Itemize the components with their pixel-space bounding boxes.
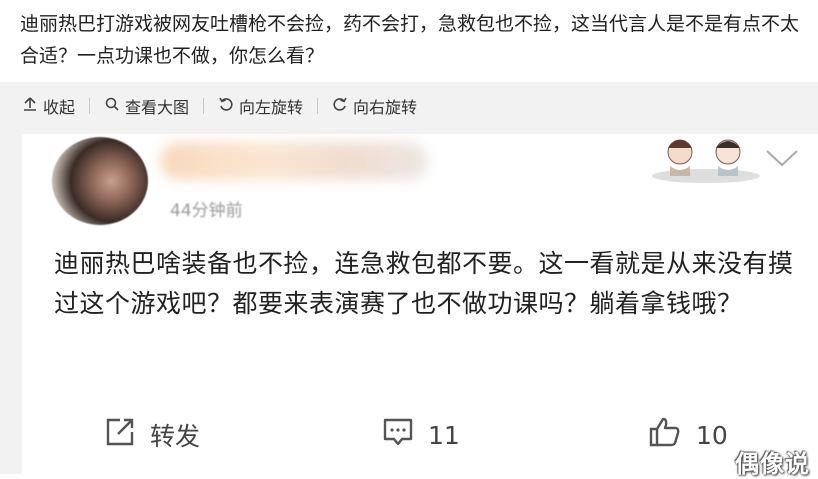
- view-large-button[interactable]: 查看大图: [104, 94, 189, 118]
- rotate-right-icon: [332, 96, 353, 116]
- rotate-left-icon: [218, 96, 239, 116]
- rotate-left-button[interactable]: 向左旋转: [218, 94, 303, 118]
- image-toolbar: 收起 查看大图 向左旋转 向右旋转: [0, 82, 818, 130]
- collapse-button[interactable]: 收起: [22, 94, 75, 118]
- blurred-username: [160, 142, 428, 180]
- post-actions: 转发 11 10: [0, 408, 818, 458]
- collapse-icon: [22, 96, 43, 116]
- avatar[interactable]: [52, 137, 148, 225]
- like-count: 10: [696, 420, 728, 450]
- post-text: 迪丽热巴啥装备也不捡，连急救包都不要。这一看就是从来没有摸过这个游戏吧？都要来表…: [54, 249, 794, 318]
- toolbar-divider: [89, 98, 91, 114]
- rotate-left-label: 向左旋转: [239, 98, 304, 117]
- repost-icon: [104, 416, 150, 454]
- repost-button[interactable]: 转发: [104, 416, 200, 454]
- like-icon: [648, 416, 696, 454]
- toolbar-divider: [203, 98, 205, 114]
- repost-label: 转发: [150, 422, 201, 451]
- sticker-badge: [650, 128, 762, 184]
- like-button[interactable]: 10: [648, 416, 728, 454]
- rotate-right-label: 向右旋转: [353, 98, 418, 117]
- search-icon: [104, 96, 125, 116]
- view-large-label: 查看大图: [125, 98, 190, 117]
- toolbar-divider: [317, 98, 319, 114]
- rotate-right-button[interactable]: 向右旋转: [332, 94, 417, 118]
- comment-count: 11: [428, 420, 460, 450]
- article-headline: 迪丽热巴打游戏被网友吐槽枪不会捡，药不会打，急救包也不捡，这当代言人是不是有点不…: [20, 13, 800, 67]
- chevron-down-icon[interactable]: [764, 147, 800, 173]
- comment-button[interactable]: 11: [382, 416, 460, 454]
- collapse-label: 收起: [43, 98, 76, 117]
- comment-icon: [382, 416, 428, 454]
- post-time: 44分钟前: [170, 201, 243, 221]
